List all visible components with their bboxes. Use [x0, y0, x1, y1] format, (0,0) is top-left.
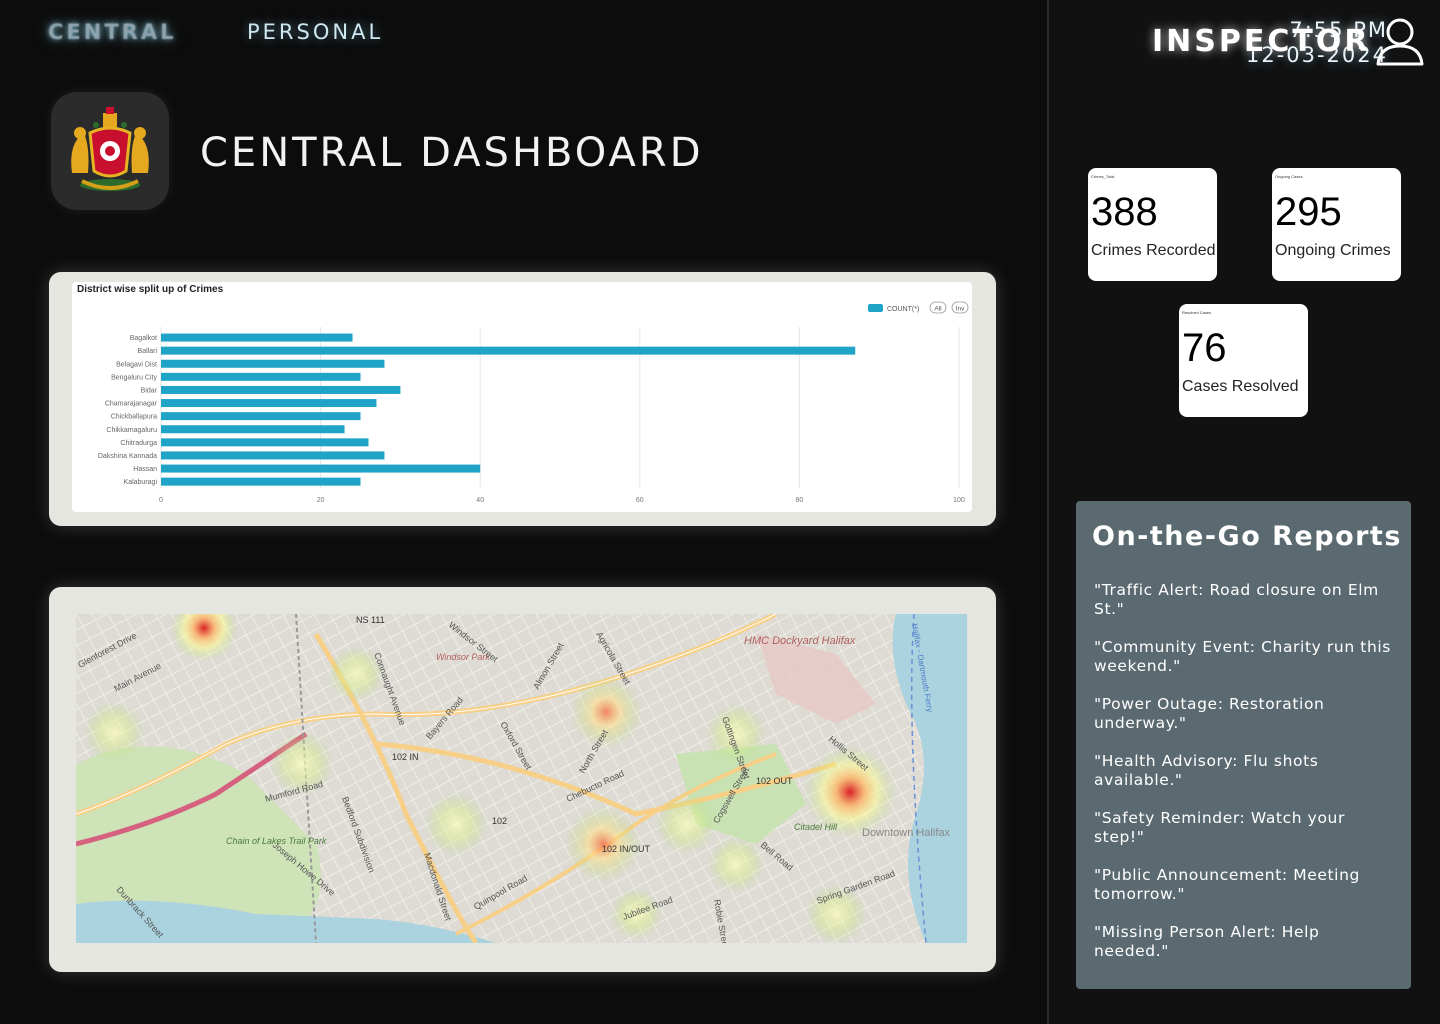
y-tick-label: Hassan [133, 466, 157, 473]
y-tick-label: Belagavi Dist [116, 361, 157, 368]
y-tick-label: Chickballapura [111, 414, 157, 421]
report-item[interactable]: "Safety Reminder: Watch your step!" [1094, 809, 1394, 847]
on-the-go-reports: On-the-Go Reports "Traffic Alert: Road c… [1076, 501, 1411, 989]
crime-heatmap[interactable]: NS 111 Windsor Park HMC Dockyard Halifax… [76, 614, 967, 943]
stat-card-ongoing: Ongoing Cases 295 Ongoing Crimes [1272, 168, 1401, 281]
bar-bidar [161, 385, 401, 394]
stat-small-title: Ongoing Cases [1275, 174, 1303, 179]
y-tick-label: Bidar [141, 387, 158, 394]
y-tick-label: Kalaburagi [124, 479, 158, 486]
bar-hassan [161, 464, 481, 473]
y-tick-label: Bagalkot [130, 335, 157, 342]
stat-label: Ongoing Crimes [1275, 242, 1391, 259]
map-label: Citadel Hill [794, 822, 838, 832]
stat-label: Crimes Recorded [1091, 242, 1216, 259]
legend-label: COUNT(*) [887, 306, 919, 313]
heatmap-card: NS 111 Windsor Park HMC Dockyard Halifax… [49, 587, 996, 972]
bar-chart-svg: 0 20 40 60 80 100 Bagalkot Ballari Belagavi Dist… [98, 301, 969, 504]
map-label: 102 OUT [756, 776, 793, 786]
y-tick-label: Bengaluru City [111, 374, 157, 381]
user-role: INSPECTOR [1152, 24, 1371, 59]
bar-bagalkot [161, 333, 353, 342]
y-tick-label: Chikkamagaluru [106, 427, 157, 434]
bar-bengaluru-city [161, 372, 361, 381]
bar-chikkamagaluru [161, 425, 345, 434]
map-label: NS 111 [356, 615, 385, 625]
report-item[interactable]: "Health Advisory: Flu shots available." [1094, 752, 1394, 790]
legend-button-label[interactable]: All [934, 306, 942, 313]
map-svg: NS 111 Windsor Park HMC Dockyard Halifax… [76, 614, 967, 943]
stat-small-title: Crimes_Total [1091, 174, 1115, 179]
bar-kalaburagi [161, 477, 361, 486]
report-item[interactable]: "Community Event: Charity run this weeke… [1094, 638, 1394, 676]
map-label: 102 [492, 816, 507, 826]
reports-title: On-the-Go Reports [1092, 521, 1402, 552]
report-item[interactable]: "Public Announcement: Meeting tomorrow." [1094, 866, 1394, 904]
bar-ballari [161, 346, 856, 355]
x-tick-label: 100 [953, 497, 965, 504]
district-chart: District wise split up of Crimes 0 20 40 60… [72, 282, 972, 512]
legend-button-label[interactable]: Inv [956, 306, 965, 313]
stat-card-crimes-total: Crimes_Total 388 Crimes Recorded [1088, 168, 1217, 281]
stat-card-resolved: Resolved Cases 76 Cases Resolved [1179, 304, 1308, 417]
y-tick-label: Chitradurga [120, 440, 157, 447]
tab-central[interactable]: CENTRAL [48, 20, 176, 44]
reports-list: "Traffic Alert: Road closure on Elm St."… [1094, 581, 1394, 980]
x-tick-label: 20 [317, 497, 325, 504]
legend-swatch [868, 304, 883, 312]
bar-chamarajanagar [161, 399, 377, 408]
report-item[interactable]: "Power Outage: Restoration underway." [1094, 695, 1394, 733]
x-tick-label: 80 [796, 497, 804, 504]
district-chart-card: District wise split up of Crimes 0 20 40 60… [49, 272, 996, 526]
stat-value: 295 [1275, 190, 1342, 234]
report-item[interactable]: "Traffic Alert: Road closure on Elm St." [1094, 581, 1394, 619]
y-tick-label: Ballari [138, 348, 158, 355]
page-title: CENTRAL DASHBOARD [200, 130, 704, 176]
bar-belagavi-dist [161, 359, 385, 368]
y-tick-label: Chamarajanagar [105, 401, 158, 408]
bar-chitradurga [161, 438, 369, 447]
stat-value: 76 [1182, 326, 1227, 370]
stat-small-title: Resolved Cases [1182, 310, 1212, 315]
x-tick-label: 60 [636, 497, 644, 504]
karnataka-emblem-icon [51, 92, 169, 210]
map-label: 102 IN [392, 752, 419, 762]
map-label: HMC Dockyard Halifax [744, 635, 856, 647]
y-tick-label: Dakshina Kannada [98, 453, 157, 460]
stat-value: 388 [1091, 190, 1158, 234]
stat-label: Cases Resolved [1182, 378, 1299, 395]
tab-personal[interactable]: PERSONAL [247, 20, 383, 44]
bar-dakshina-kannada [161, 451, 385, 460]
x-tick-label: 40 [476, 497, 484, 504]
map-label: Downtown Halifax [862, 827, 951, 839]
x-tick-label: 0 [159, 497, 163, 504]
report-item[interactable]: "Missing Person Alert: Help needed." [1094, 923, 1394, 961]
user-profile-icon[interactable] [1374, 14, 1426, 66]
map-label: 102 IN/OUT [602, 844, 651, 854]
bar-chickballapura [161, 412, 361, 421]
